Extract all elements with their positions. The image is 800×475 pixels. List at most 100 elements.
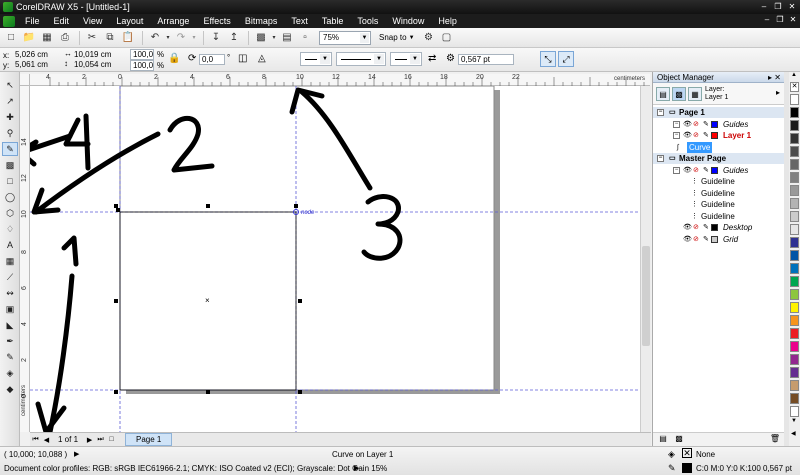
palette-color-swatch[interactable] xyxy=(790,224,799,235)
tree-item[interactable]: − 👁 ⊘ ✎ Layer 1 xyxy=(653,130,785,141)
undo-dropdown-icon[interactable]: ▾ xyxy=(165,30,171,46)
status-expand-icon[interactable]: ▶ xyxy=(74,450,79,458)
mirror-vertical-icon[interactable]: ◬ xyxy=(258,53,266,64)
collapse-icon[interactable]: − xyxy=(657,109,664,116)
palette-color-swatch[interactable] xyxy=(790,315,799,326)
color-profiles-info[interactable]: Document color profiles: RGB: sRGB IEC61… xyxy=(4,464,387,473)
visibility-eye-icon[interactable]: 👁 xyxy=(683,165,692,176)
tree-item[interactable]: ⋮ Guideline xyxy=(653,211,785,222)
zoom-tool-icon[interactable]: ⚲ xyxy=(2,126,18,140)
palette-color-swatch[interactable] xyxy=(790,393,799,404)
palette-down-icon[interactable]: ▼ xyxy=(791,418,797,424)
transparency-tool-icon[interactable]: ◣ xyxy=(2,318,18,332)
menu-layout[interactable]: Layout xyxy=(109,14,150,28)
rotation-input[interactable]: 0,0 xyxy=(199,54,225,65)
menu-edit[interactable]: Edit xyxy=(47,14,77,28)
next-page-icon[interactable]: ▶ xyxy=(84,436,95,444)
line-style-selector[interactable]: ▼ xyxy=(336,52,386,66)
palette-color-swatch[interactable] xyxy=(790,159,799,170)
printable-icon[interactable]: ⊘ xyxy=(693,165,699,176)
menu-bitmaps[interactable]: Bitmaps xyxy=(238,14,285,28)
new-master-layer-icon[interactable]: ▩ xyxy=(673,434,685,445)
palette-color-swatch[interactable] xyxy=(790,328,799,339)
fill-indicator-icon[interactable]: ◈ xyxy=(668,449,675,460)
end-arrowhead-selector[interactable]: ▼ xyxy=(390,52,422,66)
scrollbar-thumb[interactable] xyxy=(642,246,650,346)
menu-file[interactable]: File xyxy=(18,14,47,28)
application-launcher-icon[interactable]: ▩ xyxy=(253,30,269,46)
eyedropper-tool-icon[interactable]: ✒ xyxy=(2,334,18,348)
corel-online-icon[interactable]: ▫ xyxy=(297,30,313,46)
tree-item[interactable]: ⋮ Guideline xyxy=(653,199,785,210)
printable-icon[interactable]: ⊘ xyxy=(693,234,699,245)
palette-up-icon[interactable]: ▲ xyxy=(791,72,797,78)
crop-tool-icon[interactable]: ✚ xyxy=(2,110,18,124)
y-position-field[interactable]: y: 5,061 cm xyxy=(3,60,48,70)
vertical-ruler[interactable]: 14 12 10 8 6 4 2 0 centimeters xyxy=(20,86,30,432)
horizontal-ruler[interactable]: 4 2 0 2 4 6 8 10 12 14 16 18 20 22 centi… xyxy=(30,74,650,86)
palette-color-swatch[interactable] xyxy=(790,237,799,248)
tree-item[interactable]: 👁 ⊘ ✎ Desktop xyxy=(653,222,785,233)
mirror-horizontal-icon[interactable]: ◫ xyxy=(238,53,247,64)
collapse-icon[interactable]: − xyxy=(657,155,664,162)
connector-tool-icon[interactable]: ↭ xyxy=(2,286,18,300)
tree-page-node[interactable]: − ▭ Page 1 xyxy=(653,107,785,118)
rectangle-tool-icon[interactable]: □ xyxy=(2,174,18,188)
docker-options-icon[interactable]: ▸ xyxy=(776,88,780,97)
menu-help[interactable]: Help xyxy=(431,14,464,28)
save-icon[interactable]: ▦ xyxy=(39,30,55,46)
new-layer-icon[interactable]: ▤ xyxy=(657,434,669,445)
copy-icon[interactable]: ⧉ xyxy=(102,30,118,46)
printable-icon[interactable]: ⊘ xyxy=(693,119,699,130)
visibility-eye-icon[interactable]: 👁 xyxy=(683,234,692,245)
palette-color-swatch[interactable] xyxy=(790,120,799,131)
palette-color-swatch[interactable] xyxy=(790,367,799,378)
text-tool-icon[interactable]: A xyxy=(2,238,18,252)
palette-color-swatch[interactable] xyxy=(790,133,799,144)
layer-color-swatch[interactable] xyxy=(711,224,718,231)
launcher-dropdown-icon[interactable]: ▾ xyxy=(271,30,277,46)
profiles-expand-icon[interactable]: ▶ xyxy=(354,464,359,472)
interactive-fill-tool-icon[interactable]: ◆ xyxy=(2,382,18,396)
palette-color-swatch[interactable] xyxy=(790,198,799,209)
palette-color-swatch[interactable] xyxy=(790,302,799,313)
blend-tool-icon[interactable]: ▣ xyxy=(2,302,18,316)
palette-expand-icon[interactable]: ◀ xyxy=(791,430,796,437)
menu-effects[interactable]: Effects xyxy=(196,14,237,28)
layer-color-swatch[interactable] xyxy=(711,120,718,128)
vertical-scrollbar[interactable] xyxy=(640,86,651,432)
doc-restore-icon[interactable]: ❐ xyxy=(775,15,785,24)
tree-item[interactable]: − 👁 ⊘ ✎ Guides xyxy=(653,119,785,130)
layer-color-swatch[interactable] xyxy=(711,166,718,174)
add-page-icon[interactable]: □ xyxy=(106,436,117,443)
outline-tool-icon[interactable]: ✎ xyxy=(2,350,18,364)
tree-item[interactable]: ⋮ Guideline xyxy=(653,176,785,187)
smart-fill-tool-icon[interactable]: ▩ xyxy=(2,158,18,172)
palette-color-swatch[interactable] xyxy=(790,380,799,391)
swap-arrowheads-icon[interactable]: ⇄ xyxy=(428,53,436,64)
menu-text[interactable]: Text xyxy=(284,14,315,28)
freehand-tool-icon[interactable]: ✎ xyxy=(2,142,18,156)
layer-color-swatch[interactable] xyxy=(711,132,718,139)
menu-window[interactable]: Window xyxy=(385,14,431,28)
basic-shapes-tool-icon[interactable]: ♢ xyxy=(2,222,18,236)
edit-across-layers-icon[interactable]: ▩ xyxy=(672,87,686,101)
collapse-icon[interactable]: − xyxy=(673,120,680,128)
delete-icon[interactable]: 🗑 xyxy=(769,434,781,445)
first-page-icon[interactable]: ⏮ xyxy=(30,436,41,444)
document-menu-icon[interactable] xyxy=(3,15,15,27)
table-tool-icon[interactable]: ▦ xyxy=(2,254,18,268)
docker-close-icon[interactable]: ▸ ✕ xyxy=(768,72,781,83)
palette-color-swatch[interactable] xyxy=(790,276,799,287)
restore-icon[interactable]: ❐ xyxy=(772,1,784,12)
close-icon[interactable]: ✕ xyxy=(786,1,798,12)
minimize-icon[interactable]: – xyxy=(758,1,770,12)
menu-arrange[interactable]: Arrange xyxy=(150,14,196,28)
palette-color-swatch[interactable] xyxy=(790,146,799,157)
export-icon[interactable]: ↥ xyxy=(226,30,242,46)
palette-color-swatch[interactable] xyxy=(790,107,799,118)
tree-item[interactable]: ∫ Curve xyxy=(653,141,785,153)
editable-pencil-icon[interactable]: ✎ xyxy=(703,130,709,141)
editable-pencil-icon[interactable]: ✎ xyxy=(703,222,709,233)
palette-color-swatch[interactable] xyxy=(790,250,799,261)
